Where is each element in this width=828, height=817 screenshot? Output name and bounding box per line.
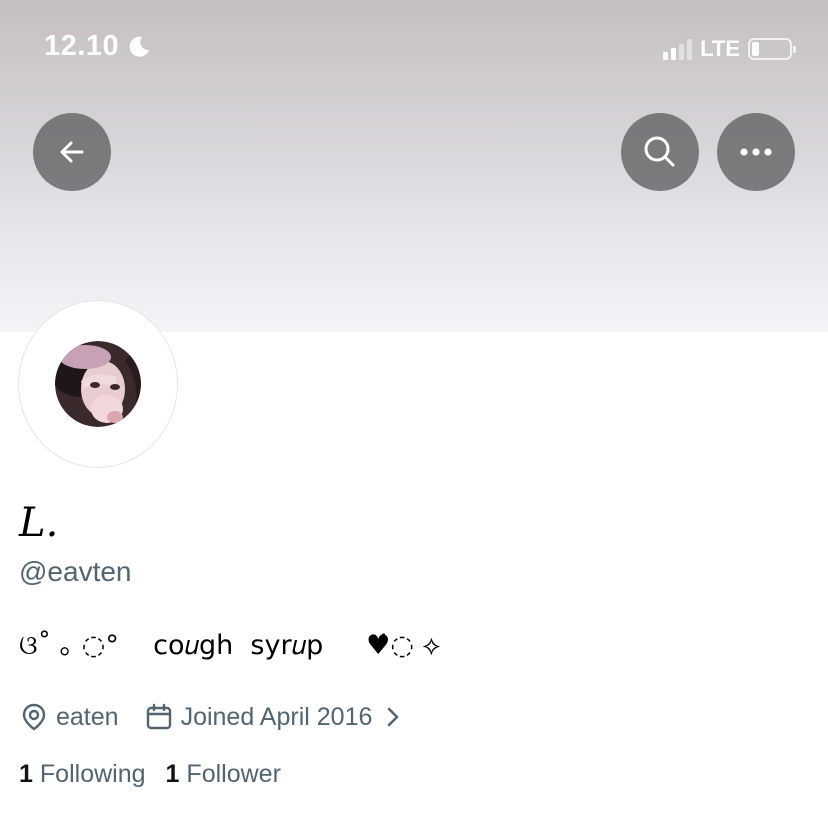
joined-date-item[interactable]: Joined April 2016 [145, 703, 401, 732]
more-options-button[interactable] [717, 113, 795, 191]
location-item: eaten [20, 702, 119, 732]
status-time-group: 12.10 [44, 30, 151, 63]
following-label: Following [39, 760, 146, 788]
profile-meta: eaten Joined April 2016 [20, 702, 400, 732]
status-time: 12.10 [44, 30, 120, 62]
arrow-left-icon [60, 141, 84, 163]
more-horizontal-icon [740, 148, 772, 156]
status-indicators: LTE [663, 36, 796, 62]
location-text: eaten [56, 702, 119, 731]
followers-link[interactable]: 1 Follower [166, 760, 281, 789]
cellular-signal-icon [663, 38, 693, 60]
profile-handle: @eavten [19, 556, 132, 587]
status-bar: 12.10 LTE [0, 0, 828, 100]
search-button[interactable] [621, 113, 699, 191]
following-link[interactable]: 1 Following [19, 760, 146, 789]
avatar [55, 341, 141, 427]
back-button[interactable] [33, 113, 111, 191]
avatar-frame[interactable] [18, 300, 178, 468]
profile-bio: ଓ˚ ｡ ◌° co𝑢gh syr𝑢p ♥̇◌ ⟡ [19, 630, 441, 661]
joined-date-text: Joined April 2016 [180, 702, 373, 731]
battery-level-fill [752, 42, 759, 56]
search-icon [644, 136, 675, 167]
moon-icon [129, 36, 150, 57]
location-pin-icon [22, 703, 46, 731]
display-name: L. [19, 500, 59, 546]
followers-label: Follower [186, 760, 281, 788]
calendar-icon [146, 703, 171, 730]
chevron-right-icon [388, 707, 399, 727]
network-type-label: LTE [700, 36, 740, 61]
battery-icon [748, 38, 796, 60]
followers-count: 1 [165, 760, 180, 788]
profile-page: 12.10 LTE L. @eavten ଓ˚ ｡ ◌° co𝑢gh syr𝑢p… [0, 0, 828, 817]
follow-stats: 1 Following 1 Follower [19, 760, 281, 789]
following-count: 1 [19, 760, 33, 788]
